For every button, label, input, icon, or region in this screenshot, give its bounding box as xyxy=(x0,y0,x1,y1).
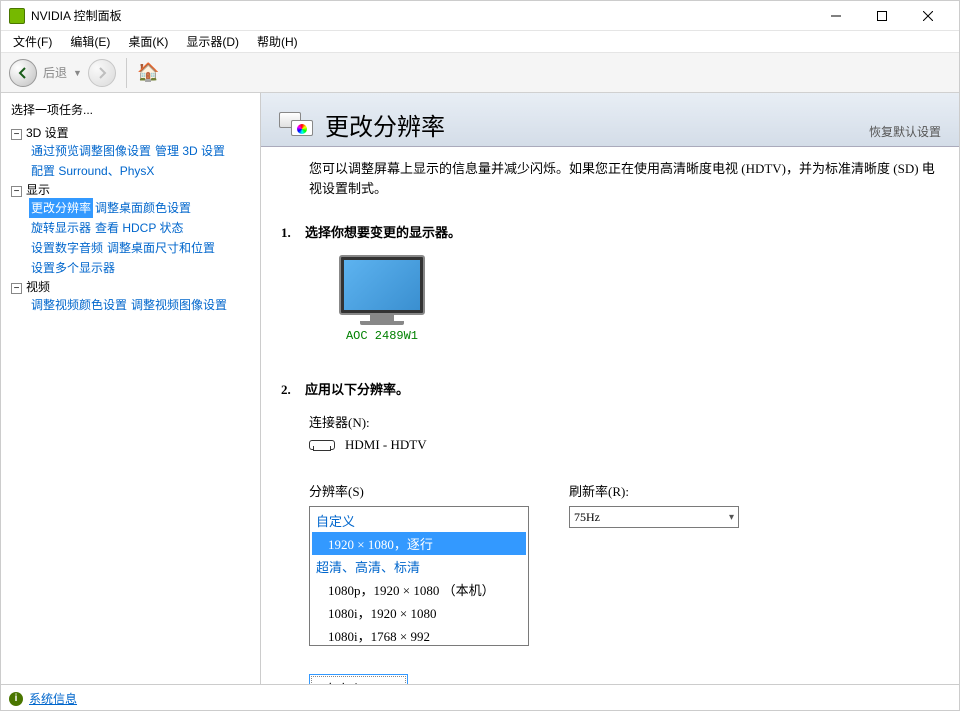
window-controls xyxy=(813,1,951,31)
hdmi-icon xyxy=(309,440,335,450)
monitor-thumbnail[interactable]: AOC 2489W1 xyxy=(339,255,425,343)
sidebar-item[interactable]: 管理 3D 设置 xyxy=(153,141,227,161)
restore-defaults-link[interactable]: 恢复默认设置 xyxy=(869,123,941,142)
sidebar-item[interactable]: 更改分辨率 xyxy=(29,198,93,218)
monitor-icon xyxy=(339,255,425,315)
back-label: 后退 xyxy=(43,64,67,81)
minimize-button[interactable] xyxy=(813,1,859,31)
refresh-rate-value: 75Hz xyxy=(574,510,600,525)
toolbar: 后退 ▼ 🏠 xyxy=(1,53,959,93)
display-header-icon xyxy=(279,110,315,140)
task-sidebar: 选择一项任务... −3D 设置通过预览调整图像设置管理 3D 设置配置 Sur… xyxy=(1,93,261,684)
section-1-num: 1. xyxy=(281,225,305,241)
nvidia-icon xyxy=(9,8,25,24)
system-info-link[interactable]: 系统信息 xyxy=(29,690,77,707)
menu-file[interactable]: 文件(F) xyxy=(5,31,60,52)
section-2-title: 应用以下分辨率。 xyxy=(305,382,409,397)
info-icon: i xyxy=(9,692,23,706)
content-area: 更改分辨率 恢复默认设置 您可以调整屏幕上显示的信息量并减少闪烁。如果您正在使用… xyxy=(261,93,959,684)
window-title: NVIDIA 控制面板 xyxy=(31,7,813,24)
section-resolution: 2.应用以下分辨率。 连接器(N): HDMI - HDTV 分辨率(S) 自定… xyxy=(309,379,935,684)
close-icon xyxy=(923,11,933,21)
sidebar-item[interactable]: 设置多个显示器 xyxy=(29,258,117,278)
back-button[interactable] xyxy=(9,59,37,87)
resolution-option[interactable]: 1080i，1920 × 1080 xyxy=(312,601,526,624)
page-title: 更改分辨率 xyxy=(325,107,445,142)
sidebar-item[interactable]: 调整视频颜色设置 xyxy=(29,295,129,315)
maximize-icon xyxy=(877,11,887,21)
title-bar: NVIDIA 控制面板 xyxy=(1,1,959,31)
resolution-listbox[interactable]: 自定义1920 × 1080，逐行超清、高清、标清1080p，1920 × 10… xyxy=(309,506,529,646)
menu-bar: 文件(F) 编辑(E) 桌面(K) 显示器(D) 帮助(H) xyxy=(1,31,959,53)
minimize-icon xyxy=(831,11,841,21)
sidebar-item[interactable]: 调整桌面颜色设置 xyxy=(93,198,193,218)
monitor-name-label: AOC 2489W1 xyxy=(339,329,425,343)
sidebar-item[interactable]: 查看 HDCP 状态 xyxy=(93,218,185,238)
section-2-num: 2. xyxy=(281,382,305,398)
home-button[interactable]: 🏠 xyxy=(137,62,159,83)
content-scroll[interactable]: 您可以调整屏幕上显示的信息量并减少闪烁。如果您正在使用高清晰度电视 (HDTV)… xyxy=(261,147,959,684)
resolution-group-label: 自定义 xyxy=(312,509,526,532)
tree-group-label[interactable]: 3D 设置 xyxy=(26,126,69,140)
status-bar: i 系统信息 xyxy=(1,684,959,712)
home-icon: 🏠 xyxy=(137,62,159,82)
task-tree: −3D 设置通过预览调整图像设置管理 3D 设置配置 Surround、Phys… xyxy=(5,122,256,315)
resolution-label: 分辨率(S) xyxy=(309,481,529,500)
sidebar-item[interactable]: 旋转显示器 xyxy=(29,218,93,238)
sidebar-item[interactable]: 通过预览调整图像设置 xyxy=(29,141,153,161)
tree-group-label[interactable]: 视频 xyxy=(26,280,50,294)
sidebar-item[interactable]: 调整视频图像设置 xyxy=(129,295,229,315)
resolution-option[interactable]: 1920 × 1080，逐行 xyxy=(312,532,526,555)
section-1-title: 选择你想要变更的显示器。 xyxy=(305,225,461,240)
sidebar-item[interactable]: 配置 Surround、PhysX xyxy=(29,161,156,181)
tree-collapse-icon[interactable]: − xyxy=(11,186,22,197)
refresh-label: 刷新率(R): xyxy=(569,481,739,500)
maximize-button[interactable] xyxy=(859,1,905,31)
close-button[interactable] xyxy=(905,1,951,31)
section-choose-display: 1.选择你想要变更的显示器。 AOC 2489W1 xyxy=(309,222,935,351)
connector-label: 连接器(N): xyxy=(309,412,935,431)
connector-value: HDMI - HDTV xyxy=(345,437,427,453)
sidebar-item[interactable]: 调整桌面尺寸和位置 xyxy=(105,238,217,258)
menu-help[interactable]: 帮助(H) xyxy=(249,31,306,52)
resolution-group-label: 超清、高清、标清 xyxy=(312,555,526,578)
resolution-option[interactable]: 1080p，1920 × 1080 （本机） xyxy=(312,578,526,601)
menu-edit[interactable]: 编辑(E) xyxy=(62,31,118,52)
refresh-rate-combo[interactable]: 75Hz ▾ xyxy=(569,506,739,528)
toolbar-separator xyxy=(126,58,127,88)
back-dropdown-icon[interactable]: ▼ xyxy=(73,68,82,78)
forward-arrow-icon xyxy=(95,66,109,80)
tree-group-label[interactable]: 显示 xyxy=(26,183,50,197)
chevron-down-icon: ▾ xyxy=(729,512,734,523)
resolution-option[interactable]: 1080i，1768 × 992 xyxy=(312,624,526,646)
forward-button xyxy=(88,59,116,87)
page-description: 您可以调整屏幕上显示的信息量并减少闪烁。如果您正在使用高清晰度电视 (HDTV)… xyxy=(309,159,935,198)
tree-collapse-icon[interactable]: − xyxy=(11,129,22,140)
sidebar-item[interactable]: 设置数字音频 xyxy=(29,238,105,258)
tree-collapse-icon[interactable]: − xyxy=(11,283,22,294)
sidebar-title: 选择一项任务... xyxy=(5,97,256,122)
page-header: 更改分辨率 恢复默认设置 xyxy=(261,93,959,147)
back-arrow-icon xyxy=(16,66,30,80)
menu-desktop[interactable]: 桌面(K) xyxy=(120,31,176,52)
custom-resolution-button[interactable]: 自定义(M)... xyxy=(309,674,408,684)
menu-display[interactable]: 显示器(D) xyxy=(178,31,247,52)
